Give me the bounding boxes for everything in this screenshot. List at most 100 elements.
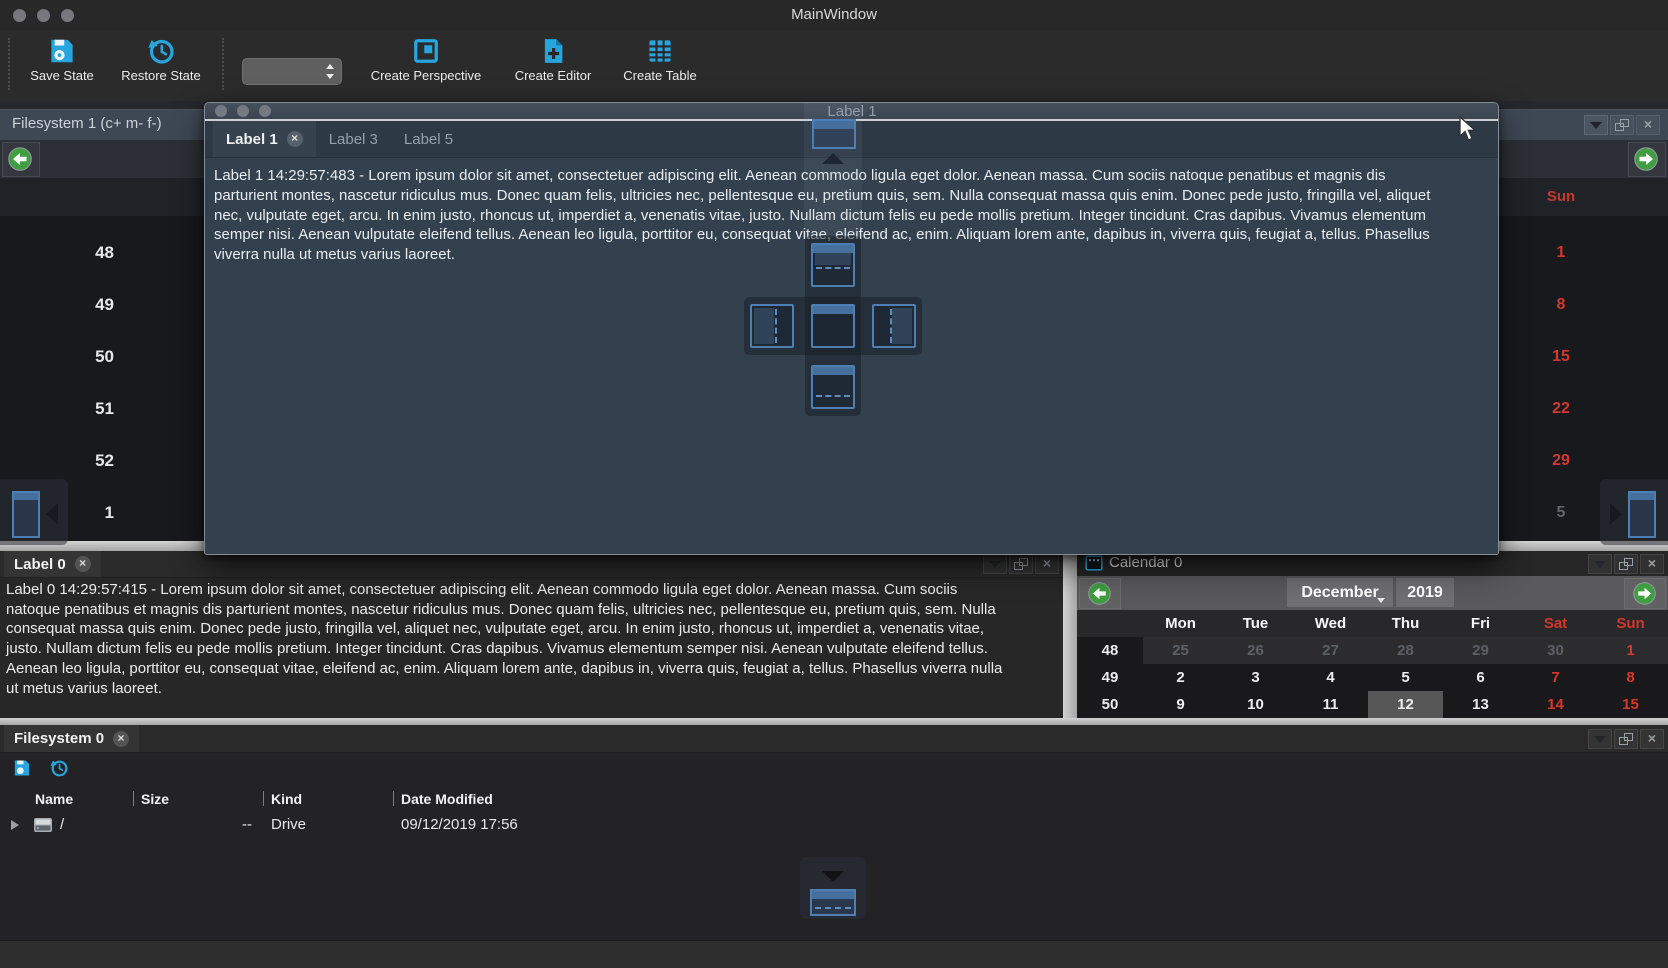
calendar-day[interactable]: 27 [1293,637,1368,664]
calendar-day[interactable]: 8 [1593,664,1668,691]
dock-close-button[interactable]: × [1640,554,1664,574]
column-header-name[interactable]: Name [35,791,73,807]
calendar-day[interactable]: 1 [1593,637,1668,664]
tab-label1[interactable]: Label 1 × [213,121,316,157]
calendar-day[interactable]: 25 [1143,637,1218,664]
calendar-day[interactable]: 9 [1143,691,1218,718]
dock-float-button[interactable] [1610,115,1634,135]
calendar-date[interactable]: 5 [1532,487,1590,539]
dock-float-button[interactable] [1009,554,1033,574]
dock-float-button[interactable] [1614,729,1638,749]
label0-panel: Label 0 × × Label 0 14:29:57:415 - Lorem… [0,551,1063,718]
save-state-button[interactable]: Save State [22,36,102,83]
file-name: / [60,816,64,833]
dock-collapse-button[interactable] [983,554,1007,574]
month-value: December [1301,584,1378,601]
create-editor-button[interactable]: Create Editor [510,36,596,83]
tab-filesystem0[interactable]: Filesystem 0 × [4,725,139,752]
tab-close-icon[interactable]: × [75,556,91,572]
calendar-day[interactable]: 26 [1218,637,1293,664]
combobox-updown-icon [325,63,335,80]
calendar-day[interactable]: 2 [1143,664,1218,691]
calendar-day[interactable]: 3 [1218,664,1293,691]
status-bar [0,940,1668,968]
calendar-day[interactable]: 5 [1368,664,1443,691]
drop-indicator-right-icon[interactable] [872,304,916,348]
create-table-button[interactable]: Create Table [618,36,702,83]
calendar-date[interactable]: 22 [1532,383,1590,435]
week-number: 51 [0,383,114,435]
restore-state-label: Restore State [113,68,209,83]
next-month-button[interactable] [1628,142,1666,177]
prev-month-button[interactable] [2,142,40,177]
table-row[interactable]: /--Drive09/12/2019 17:56 [0,812,1668,839]
week-number: 50 [1077,691,1143,718]
calendar-day[interactable]: 11 [1293,691,1368,718]
restore-state-button[interactable]: Restore State [113,36,209,83]
dock-float-button[interactable] [1614,554,1638,574]
vertical-splitter[interactable] [1063,551,1077,718]
column-divider[interactable] [393,791,394,806]
tab-close-icon[interactable]: × [287,131,303,147]
dock-close-button[interactable]: × [1636,115,1660,135]
save-button[interactable] [12,758,32,783]
calendar-date[interactable]: 29 [1532,435,1590,487]
year-spinbox[interactable]: 2019 [1396,578,1454,607]
restore-button[interactable] [49,758,69,783]
dock-collapse-button[interactable] [1588,729,1612,749]
month-dropdown[interactable]: December [1287,578,1393,607]
column-divider[interactable] [133,791,134,806]
tab-label0[interactable]: Label 0 × [4,551,101,577]
column-divider[interactable] [263,791,264,806]
create-perspective-button[interactable]: Create Perspective [366,36,486,83]
tab-label5[interactable]: Label 5 [391,121,466,157]
calendar-day[interactable]: 30 [1518,637,1593,664]
horizontal-splitter-bottom[interactable] [0,718,1668,725]
toolbar-handle[interactable] [8,38,10,90]
column-header-kind[interactable]: Kind [271,791,302,807]
calendar-day[interactable]: 29 [1443,637,1518,664]
drop-indicator-bottom-icon[interactable] [811,365,855,409]
dock-close-button[interactable]: × [1640,729,1664,749]
perspective-combobox[interactable] [242,58,342,85]
calendar-day[interactable]: 14 [1518,691,1593,718]
column-header-date-modified[interactable]: Date Modified [401,791,493,807]
prev-month-button[interactable] [1079,578,1121,609]
day-header: Thu [1368,610,1443,637]
dock-collapse-button[interactable] [1588,554,1612,574]
calendar-date[interactable]: 15 [1532,331,1590,383]
zoom-traffic-light-icon[interactable] [259,105,271,117]
green-left-arrow-icon [7,146,33,172]
calendar-day[interactable]: 6 [1443,664,1518,691]
drop-indicator-center-icon[interactable] [811,304,855,348]
tab-label3[interactable]: Label 3 [316,121,391,157]
drop-edge-bottom-icon[interactable] [810,889,856,916]
calendar-day[interactable]: 12 [1368,691,1443,718]
calendar-day[interactable]: 4 [1293,664,1368,691]
calendar-day[interactable]: 28 [1368,637,1443,664]
close-traffic-light-icon[interactable] [215,105,227,117]
tab-close-icon[interactable]: × [113,731,129,747]
dock-collapse-button[interactable] [1584,115,1608,135]
drop-indicator-left-icon[interactable] [750,304,794,348]
calendar-day[interactable]: 15 [1593,691,1668,718]
drop-edge-left-icon[interactable] [12,491,40,538]
calendar-day[interactable]: 10 [1218,691,1293,718]
chevron-down-icon [1590,122,1602,129]
drop-edge-top-icon[interactable] [812,119,856,149]
drop-edge-right-icon[interactable] [1628,491,1656,538]
calendar-date[interactable]: 1 [1532,227,1590,279]
column-header-size[interactable]: Size [141,791,169,807]
calendar-day[interactable]: 7 [1518,664,1593,691]
day-header: Wed [1293,610,1368,637]
drop-indicator-top-icon[interactable] [811,243,855,287]
window-titlebar[interactable]: MainWindow [0,0,1668,31]
disclosure-triangle-icon[interactable] [11,820,19,830]
minimize-traffic-light-icon[interactable] [237,105,249,117]
calendar-date[interactable]: 8 [1532,279,1590,331]
next-month-button[interactable] [1624,578,1666,609]
tab-label0-text: Label 0 [14,556,66,573]
calendar-day[interactable]: 13 [1443,691,1518,718]
day-header: Sun [1593,610,1668,637]
dock-close-button[interactable]: × [1035,554,1059,574]
